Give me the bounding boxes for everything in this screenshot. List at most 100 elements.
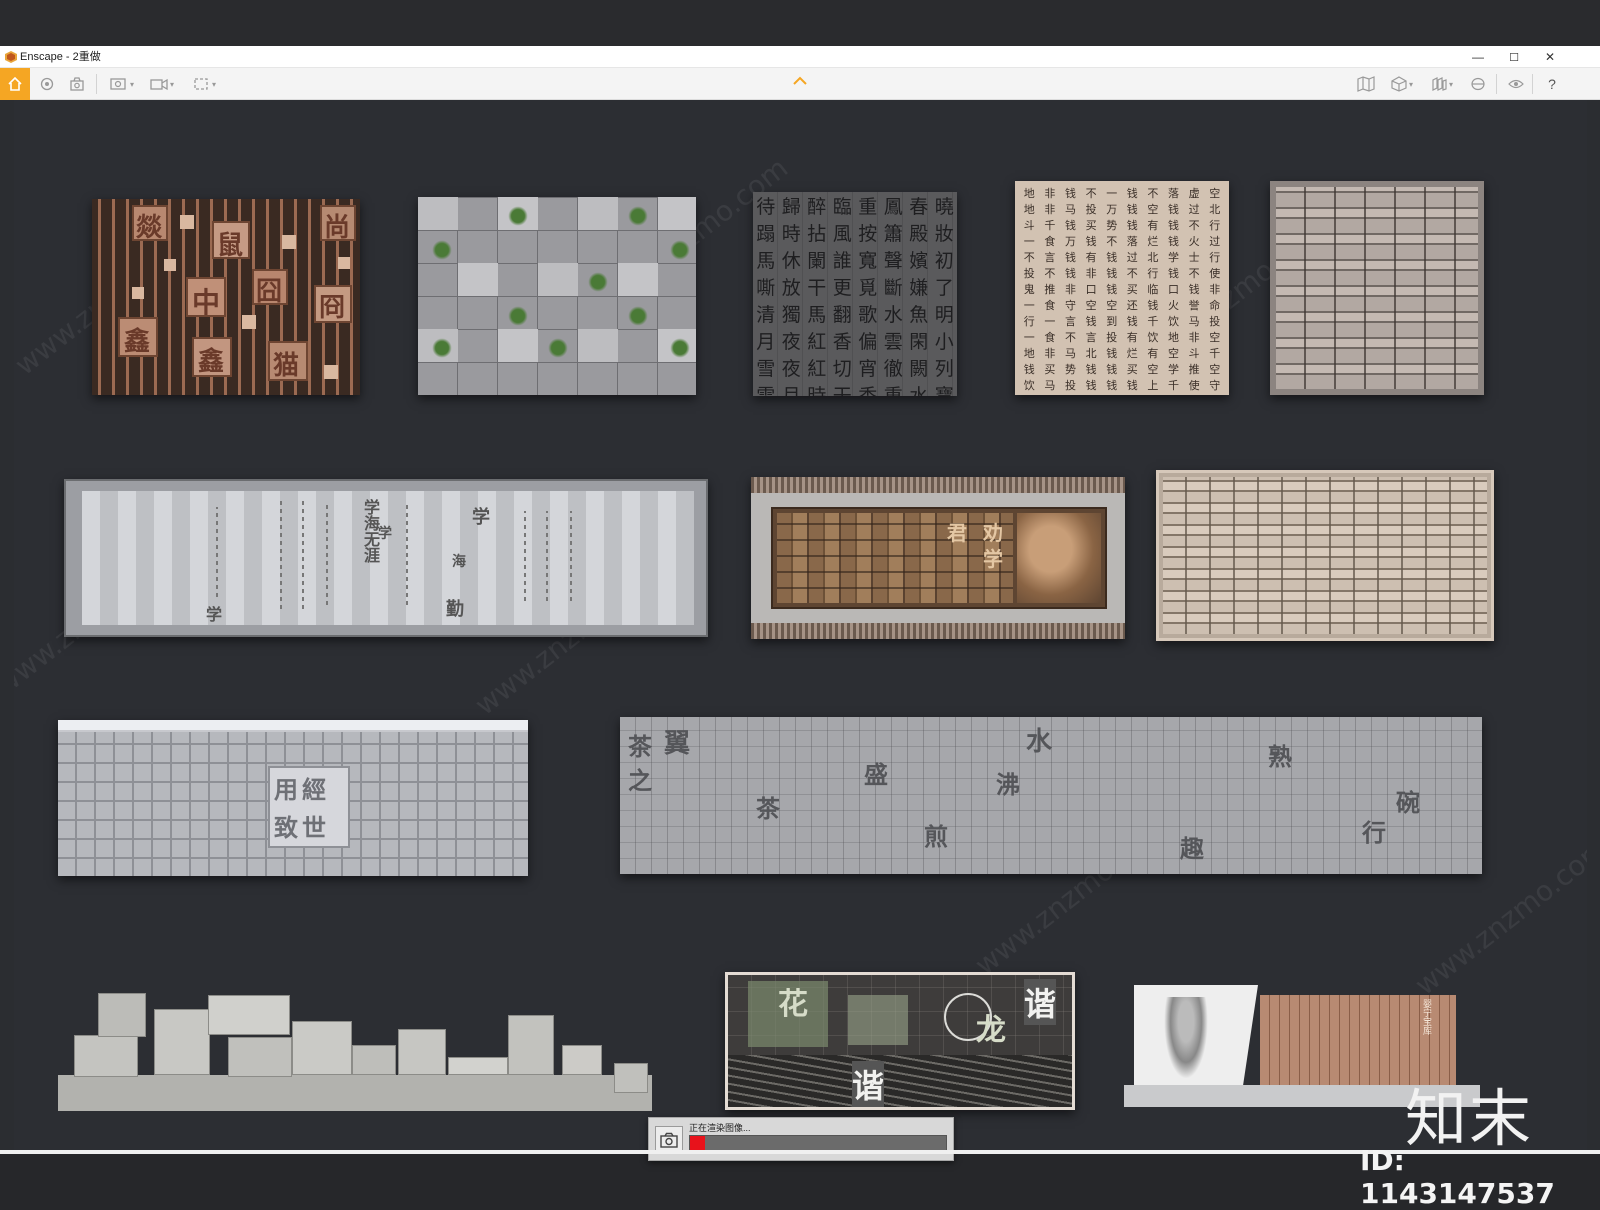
grid-character: 烂 xyxy=(1126,347,1138,360)
grid-character: 夜 xyxy=(781,331,801,353)
grid-character: 殿 xyxy=(909,223,929,245)
grid-character: 魚 xyxy=(909,304,929,326)
grid-character: 雲 xyxy=(883,331,903,353)
grid-character: 投 xyxy=(1143,393,1164,395)
panel-calligraphy-folding-screen: 学海无涯 学 学 海 勤 学 xyxy=(64,479,708,637)
grid-character: 拈 xyxy=(807,223,827,245)
panel-stacked-stone-blocks xyxy=(58,985,652,1111)
grid-character: 投 xyxy=(1023,267,1035,280)
orbit-button[interactable] xyxy=(36,71,58,97)
grid-character: 钱 xyxy=(1106,379,1118,392)
toolbar-separator xyxy=(1532,74,1533,94)
enscape-window: Enscape - 2重做 — ☐ ✕ ▾ ▾ ▾ ▾ ▾ ? www.znzm… xyxy=(0,46,1600,1161)
camera-icon xyxy=(660,1132,678,1148)
grid-character: 食 xyxy=(1044,331,1056,344)
vr-button[interactable] xyxy=(1466,71,1490,97)
panel-seal-stamp-wall: 經 用 世 致 xyxy=(58,720,528,876)
mural-character: 君 xyxy=(947,521,967,545)
render-icon xyxy=(70,77,84,91)
asset-library-button[interactable]: ▾ xyxy=(1424,71,1460,97)
mural-character: 劝 xyxy=(983,521,1003,545)
grid-character: 钱 xyxy=(1106,251,1118,264)
seal-character: 鑫 xyxy=(124,327,151,357)
calligraphy-character: 学 xyxy=(378,526,392,542)
screenshot-button[interactable]: ▾ xyxy=(104,71,140,97)
grid-character: 歸 xyxy=(781,196,801,218)
grid-character: 闕 xyxy=(909,358,929,380)
grid-character: 学 xyxy=(1167,251,1179,264)
grid-character: 落 xyxy=(1167,187,1179,200)
chevron-down-icon: ▾ xyxy=(211,79,216,89)
grid-character: 行 xyxy=(1147,267,1159,280)
grid-character: 地 xyxy=(1023,187,1035,200)
grid-character: 按 xyxy=(858,223,878,245)
grid-character: 钱 xyxy=(1126,187,1138,200)
collapse-toolbar-chevron-icon[interactable] xyxy=(792,76,808,86)
grid-character: 一 xyxy=(1023,299,1035,312)
map-button[interactable] xyxy=(1354,71,1378,97)
grid-character: 蹋 xyxy=(756,223,776,245)
grid-character: 香 xyxy=(858,385,878,396)
toolbar-separator xyxy=(96,74,97,94)
grid-character: 使 xyxy=(1209,267,1221,280)
tea-wall-character: 翼 xyxy=(664,729,691,759)
help-button[interactable]: ? xyxy=(1540,71,1564,97)
grid-character: 钱 xyxy=(1147,299,1159,312)
grid-character: 钱 xyxy=(1126,203,1138,216)
window-title: Enscape - 2重做 xyxy=(20,51,101,63)
maximize-button[interactable]: ☐ xyxy=(1496,46,1532,68)
grid-character: 空 xyxy=(1209,331,1221,344)
desktop-background xyxy=(0,0,1600,46)
grid-character: 钱 xyxy=(1167,219,1179,232)
grid-character: 行 xyxy=(1209,219,1221,232)
grid-character: 火 xyxy=(1167,299,1179,312)
toolbar-separator xyxy=(1496,74,1497,94)
calligraphy-character: 勤 xyxy=(446,599,464,620)
grid-character: 一 xyxy=(1023,235,1035,248)
home-button[interactable] xyxy=(0,68,30,100)
grid-character: 雪 xyxy=(756,385,776,396)
grid-character: 食 xyxy=(1044,299,1056,312)
grid-character: 干 xyxy=(832,385,852,396)
grid-character: 钱 xyxy=(1064,267,1076,280)
render-viewport[interactable]: www.znzmo.com www.znzmo.com www.znzmo.co… xyxy=(14,100,1587,1150)
grid-character: 钱 xyxy=(1167,203,1179,216)
minimize-button[interactable]: — xyxy=(1460,46,1496,68)
grid-character: 月 xyxy=(781,385,801,396)
grid-character: 斗 xyxy=(1188,347,1200,360)
grid-character: 地 xyxy=(1167,331,1179,344)
chevron-down-icon: ▾ xyxy=(1408,79,1413,89)
grid-character: 嬪 xyxy=(909,250,929,272)
tea-wall-character: 行 xyxy=(1362,818,1386,847)
view-mode-button[interactable]: ▾ xyxy=(1384,71,1420,97)
render-button[interactable] xyxy=(66,71,88,97)
seal-character: 鼠 xyxy=(217,231,244,261)
grid-character: 推 xyxy=(1044,283,1056,296)
close-button[interactable]: ✕ xyxy=(1532,46,1568,68)
grid-character: 使 xyxy=(1188,379,1200,392)
grid-character: 香 xyxy=(832,331,852,353)
grid-character: 千 xyxy=(1044,219,1056,232)
grid-character: 食 xyxy=(1044,235,1056,248)
grid-character: 切 xyxy=(832,358,852,380)
home-icon xyxy=(8,76,22,91)
batch-button[interactable]: ▾ xyxy=(186,71,222,97)
grid-character: 有 xyxy=(1147,219,1159,232)
grid-character: 聲 xyxy=(883,250,903,272)
cube-icon xyxy=(1391,76,1407,92)
grid-character: 嘶 xyxy=(756,277,776,299)
grid-character: 小 xyxy=(934,331,954,353)
calligraphy-character: 海 xyxy=(452,554,466,570)
grid-character: 饮 xyxy=(1167,315,1179,328)
grid-character: 投 xyxy=(1209,315,1221,328)
visibility-button[interactable] xyxy=(1504,71,1528,97)
orbit-icon xyxy=(40,77,54,91)
grid-character: 钱 xyxy=(1167,267,1179,280)
panel-bronze-scholar-mural: 君 劝 学 xyxy=(751,477,1125,639)
grid-character: 一 xyxy=(1044,315,1056,328)
grid-character: 初 xyxy=(934,250,954,272)
grid-character: 推 xyxy=(1188,363,1200,376)
grid-character: 学 xyxy=(1167,363,1179,376)
seal-wall-character: 用 xyxy=(274,775,298,804)
video-button[interactable]: ▾ xyxy=(144,71,180,97)
